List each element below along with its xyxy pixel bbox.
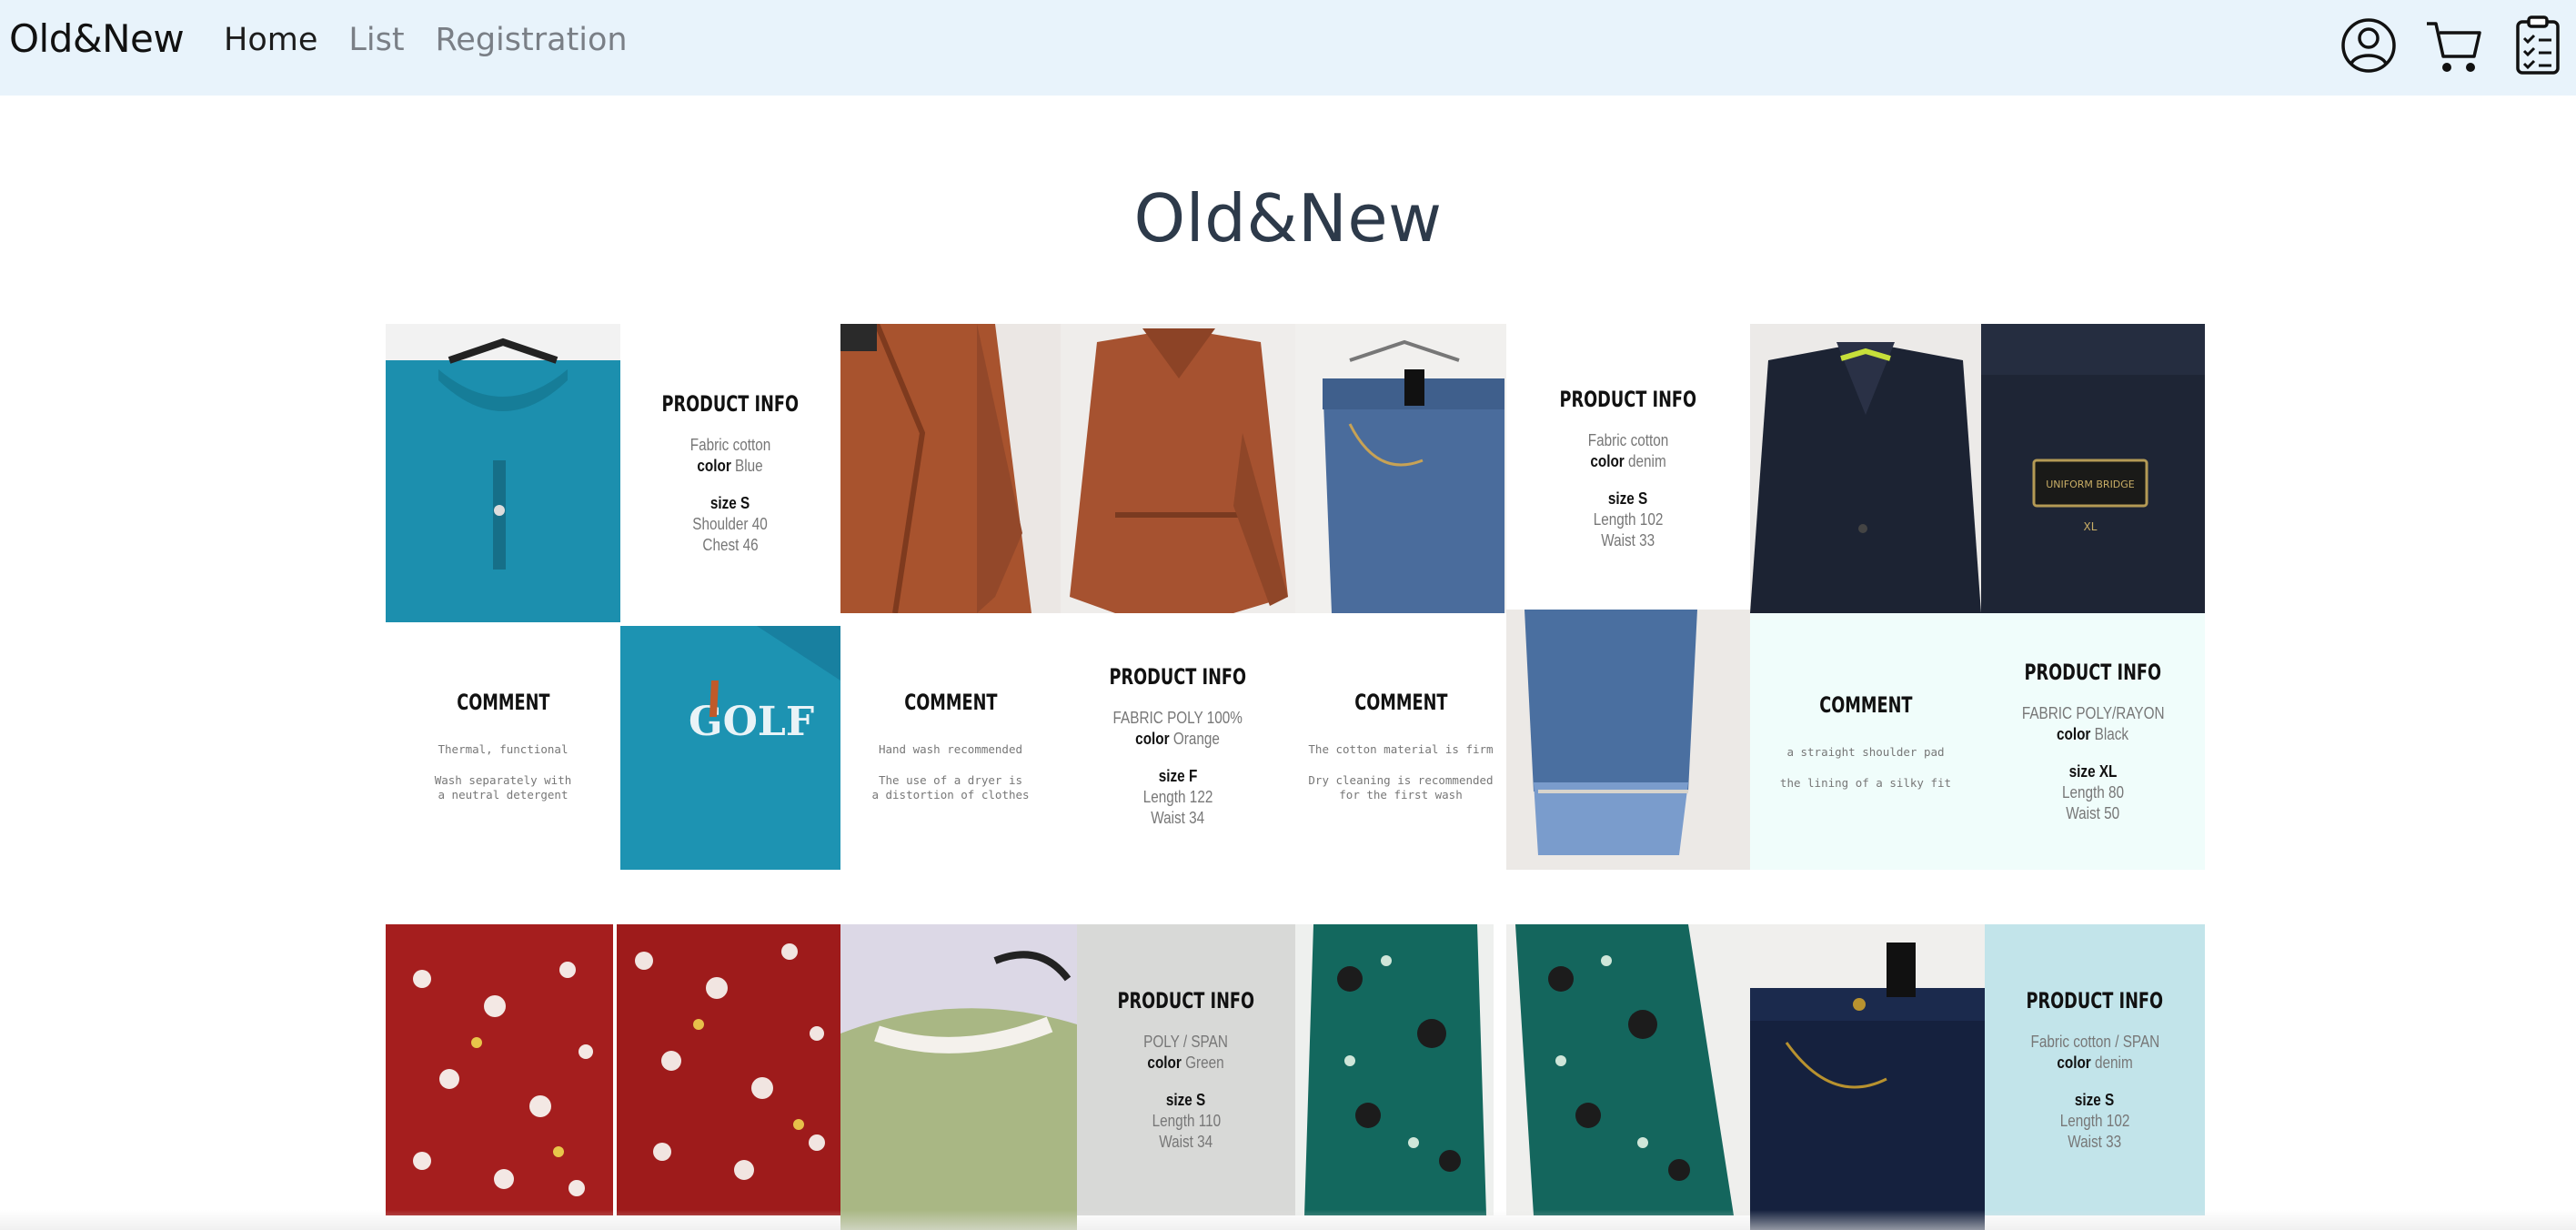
page-title: Old&New [1133,180,1443,257]
product-info-black-blazer: PRODUCT INFO FABRIC POLY/RAYON color Bla… [1981,613,2205,870]
brand-logo[interactable]: Old&New [9,16,185,61]
product-photo-green-floral-1[interactable] [1295,924,1494,1215]
product-photo-red-floral-2[interactable] [617,924,840,1215]
product-photo-orange-dress-1[interactable] [840,324,1061,613]
product-photo-black-blazer-1[interactable] [1750,324,1981,613]
product-info-green-tweed: PRODUCT INFO POLY / SPAN color Green siz… [1077,924,1295,1215]
product-photo-green-tweed[interactable] [840,924,1077,1230]
label-text-xl: XL [2084,520,2098,533]
nav-registration-link[interactable]: Registration [436,22,628,58]
product-info-orange-dress: PRODUCT INFO FABRIC POLY 100% color Oran… [1061,622,1295,870]
comment-black-blazer: COMMENT a straight shoulder pad the lini… [1750,613,1981,870]
comment-blue-polo: COMMENT Thermal, functional Wash separat… [386,622,620,870]
comment-orange-dress: COMMENT Hand wash recommended The use of… [840,622,1061,870]
nav-list-link[interactable]: List [348,22,404,58]
product-photo-orange-dress-2[interactable] [1061,324,1295,613]
nav-home-link[interactable]: Home [224,22,317,58]
product-photo-black-blazer-2[interactable]: UNIFORM BRIDGE XL [1981,324,2205,613]
product-photo-dark-denim[interactable] [1750,924,1985,1230]
cart-icon[interactable] [2421,13,2487,78]
product-info-blue-polo: PRODUCT INFO Fabric cotton color Blue si… [620,324,840,622]
nav-icons [2303,0,2576,96]
product-photo-denim-jeans-hem[interactable] [1506,610,1750,870]
product-info-denim-jeans: PRODUCT INFO Fabric cotton color denim s… [1506,324,1750,613]
user-icon[interactable] [2336,13,2401,78]
product-photo-blue-polo[interactable] [386,324,620,622]
product-photo-red-floral-1[interactable] [386,924,613,1215]
navbar: Old&New Home List Registration [0,0,2576,96]
clipboard-icon[interactable] [2505,13,2571,78]
product-photo-green-floral-2[interactable] [1506,924,1750,1215]
golf-embroidery-text: GOLF [689,699,814,745]
label-text-uniform-bridge: UNIFORM BRIDGE [2046,479,2135,490]
comment-denim-jeans: COMMENT The cotton material is firm Dry … [1295,622,1506,870]
scroll-edge-shadow [0,1210,2576,1230]
nav-links: Home List Registration [224,22,628,58]
product-info-denim-pants-2: PRODUCT INFO Fabric cotton / SPAN color … [1985,924,2205,1215]
product-photo-blue-polo-golf[interactable]: GOLF [620,626,840,870]
product-photo-denim-jeans-1[interactable] [1295,324,1506,613]
